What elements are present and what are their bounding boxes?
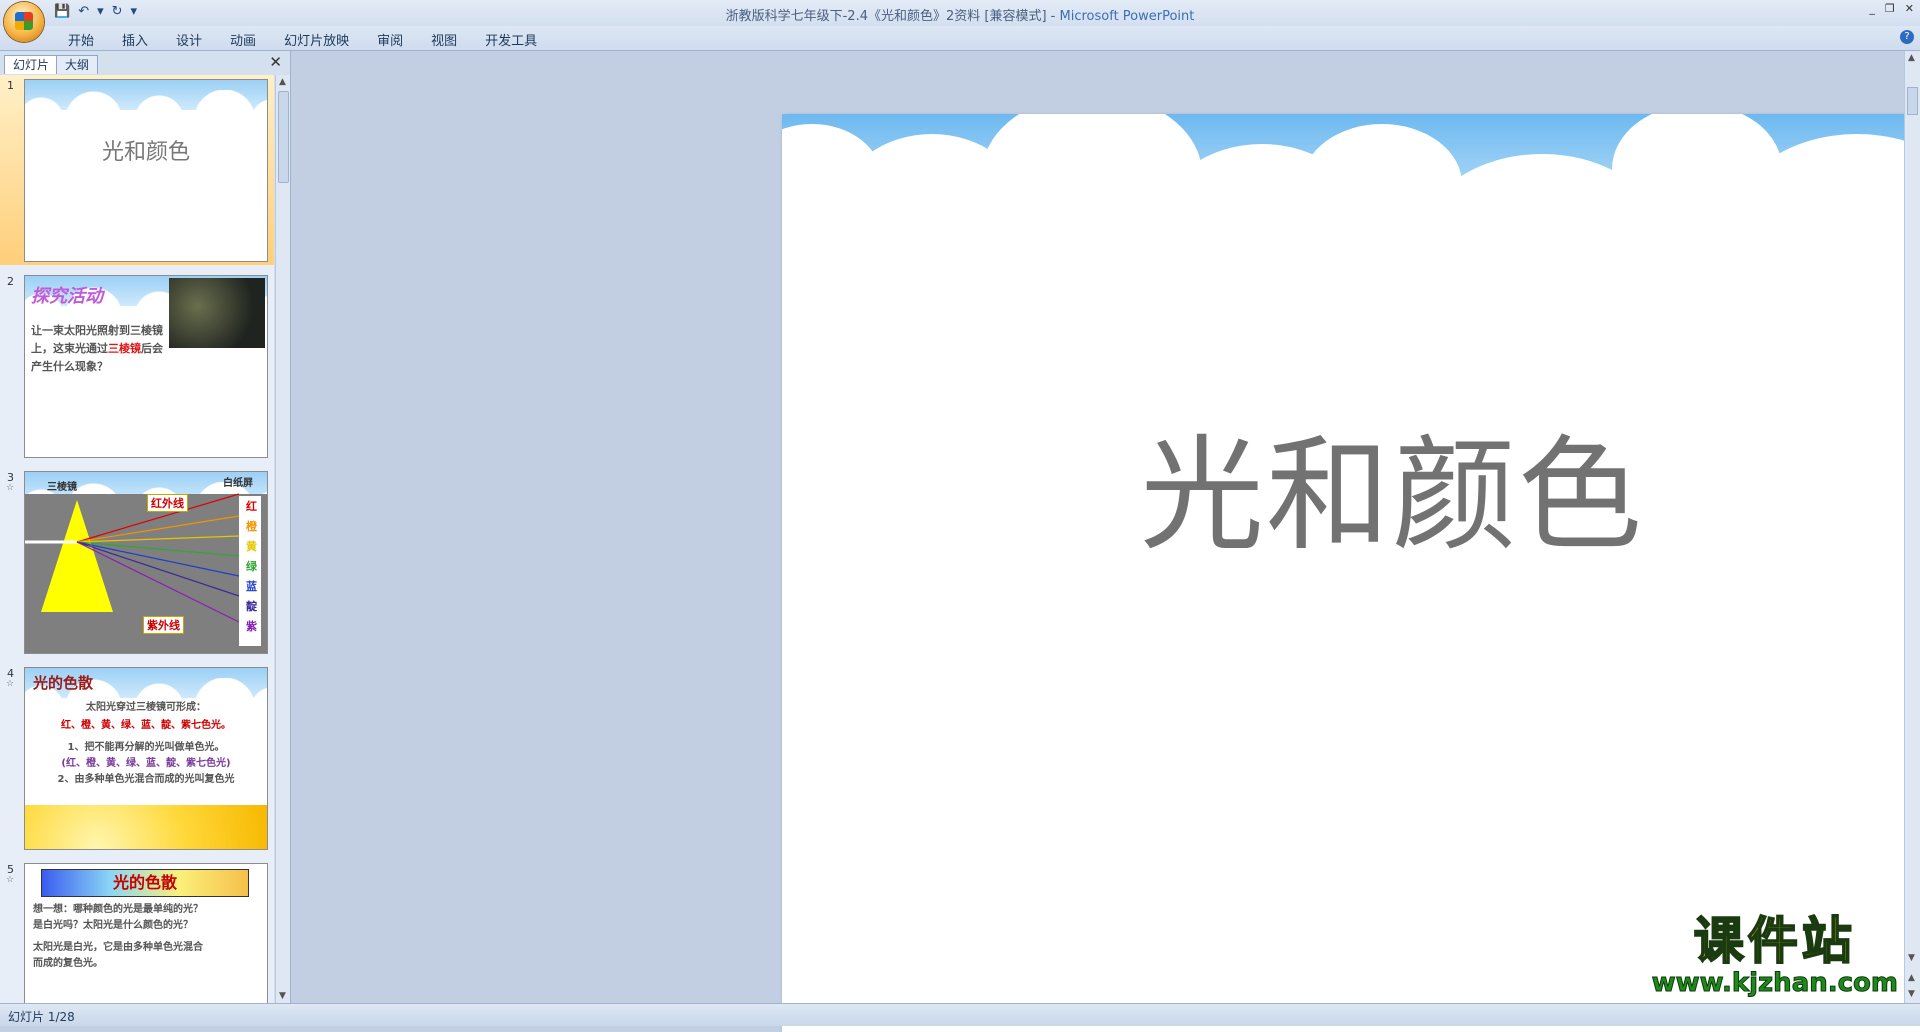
tab-slides[interactable]: 幻灯片 [4,55,59,74]
screen-label: 白纸屏 [223,478,253,489]
slide-preview: 光的色散 太阳光穿过三棱镜可形成： 红、橙、黄、绿、蓝、靛、紫七色光。 1、把不… [24,667,268,850]
next-slide-icon[interactable]: ▼ [1908,989,1915,999]
restore-button[interactable]: ❐ [1885,2,1895,15]
question-line-1: 想一想：哪种颜色的光是最单纯的光？ [33,904,203,915]
title-bar: 💾 ↶ ▾ ↻ ▾ 浙教版科学七年级下-2.4《光和颜色》2资料 [兼容模式] … [0,0,1920,26]
minimize-button[interactable]: _ [1869,2,1875,15]
color-yellow: 黄 [246,540,257,553]
close-pane-icon[interactable]: ✕ [269,53,282,71]
animation-star-icon: ☆ [6,875,15,885]
slide-body: 让一束太阳光照射到三棱镜上，这束光通过三棱镜后会产生什么现象？ [31,322,171,376]
slide-thumb-3[interactable]: 3 ☆ 三棱镜 白纸屏 红外线 紫外线 红 橙 黄 绿 蓝 靛 紫 [0,467,274,657]
body-line-2: 红、橙、黄、绿、蓝、靛、紫七色光。 [61,720,231,731]
prism-photo [169,278,265,348]
thumbnail-scrollbar[interactable]: ▲ ▼ [275,75,290,1003]
color-indigo: 靛 [246,600,257,613]
animation-star-icon: ☆ [6,679,15,689]
editor-scrollbar[interactable]: ▲ ▼ ▲ ▼ [1904,51,1920,1003]
slide-thumb-5[interactable]: 5 ☆ 光的色散 想一想：哪种颜色的光是最单纯的光？ 是白光吗？太阳光是什么颜色… [0,859,274,1003]
slide-preview: 探究活动 让一束太阳光照射到三棱镜上，这束光通过三棱镜后会产生什么现象？ [24,275,268,458]
scroll-up-icon[interactable]: ▲ [1908,53,1915,63]
cloud-banner [782,114,1920,324]
window-title: 浙教版科学七年级下-2.4《光和颜色》2资料 [兼容模式] - Microsof… [0,5,1920,24]
tab-insert[interactable]: 插入 [108,30,162,49]
help-icon[interactable]: ? [1900,30,1914,44]
slide-title: 光和颜色 [101,140,190,165]
office-logo-icon [15,12,33,30]
slide-heading: 探究活动 [31,286,103,307]
slide-number: 2 [7,275,14,288]
site-watermark: 课件站 www.kjzhan.com [1651,911,1898,998]
tab-design[interactable]: 设计 [162,30,216,49]
office-button[interactable] [4,2,44,42]
scroll-up-icon[interactable]: ▲ [279,77,286,87]
body-text-highlight: 三棱镜 [108,342,141,355]
slide-editor: 光和颜色 [291,51,1920,1032]
close-button[interactable]: ✕ [1905,2,1914,15]
watermark-text: 课件站 [1693,911,1856,970]
current-slide[interactable]: 光和颜色 [782,114,1920,1032]
cloud-decoration [25,80,267,120]
question-line-2: 是白光吗？太阳光是什么颜色的光？ [33,920,193,931]
color-red: 红 [246,500,257,513]
tab-outline[interactable]: 大纲 [56,55,99,74]
tab-slideshow[interactable]: 幻灯片放映 [270,30,363,49]
tab-view[interactable]: 视图 [417,30,471,49]
answer-line-1: 太阳光是白光，它是由多种单色光混合 [33,942,203,953]
body-line-4: (红、橙、黄、绿、蓝、靛、紫七色光) [61,758,231,769]
prism-label: 三棱镜 [47,482,77,493]
slide-preview: 三棱镜 白纸屏 红外线 紫外线 红 橙 黄 绿 蓝 靛 紫 [24,471,268,654]
slides-pane: 幻灯片 大纲 ✕ 1 光和颜色 2 探究活动 让一束太阳光照射到三棱镜上，这束光… [0,51,291,1003]
previous-slide-icon[interactable]: ▲ [1908,973,1915,983]
scrollbar-thumb[interactable] [1907,87,1918,115]
body-line-3: 1、把不能再分解的光叫做单色光。 [67,742,225,753]
body-line-5: 2、由多种单色光混合而成的光叫复色光 [57,774,235,785]
window-controls: _ ❐ ✕ [1869,2,1914,15]
slide-banner: 光的色散 [41,869,249,897]
sun-decoration [25,805,267,849]
tab-animation[interactable]: 动画 [216,30,270,49]
slide-preview: 光的色散 想一想：哪种颜色的光是最单纯的光？ 是白光吗？太阳光是什么颜色的光？ … [24,863,268,1003]
tab-developer[interactable]: 开发工具 [471,30,551,49]
watermark-url: www.kjzhan.com [1651,968,1898,998]
tab-review[interactable]: 审阅 [363,30,417,49]
slide-thumbnail-list: 1 光和颜色 2 探究活动 让一束太阳光照射到三棱镜上，这束光通过三棱镜后会产生… [0,75,274,1003]
status-bar: 幻灯片 1/28 [0,1003,1920,1026]
slide-title[interactable]: 光和颜色 [782,394,1920,574]
infrared-label: 红外线 [147,494,188,512]
pane-tabs: 幻灯片 大纲 ✕ [4,53,286,75]
document-title: 浙教版科学七年级下-2.4《光和颜色》2资料 [兼容模式] [725,9,1047,24]
slide-counter: 幻灯片 1/28 [8,1010,75,1024]
tab-home[interactable]: 开始 [54,30,108,49]
color-violet: 紫 [246,620,257,633]
slide-heading: 光的色散 [33,674,94,692]
slide-thumb-4[interactable]: 4 ☆ 光的色散 太阳光穿过三棱镜可形成： 红、橙、黄、绿、蓝、靛、紫七色光。 … [0,663,274,853]
slide-thumb-2[interactable]: 2 探究活动 让一束太阳光照射到三棱镜上，这束光通过三棱镜后会产生什么现象？ [0,271,274,461]
ribbon-tabs: 开始 插入 设计 动画 幻灯片放映 审阅 视图 开发工具 ? [0,26,1920,51]
slide-number: 1 [7,79,14,92]
animation-star-icon: ☆ [6,483,15,493]
ultraviolet-label: 紫外线 [143,616,184,634]
scroll-down-icon[interactable]: ▼ [1908,953,1915,963]
menu-tab-list: 开始 插入 设计 动画 幻灯片放映 审阅 视图 开发工具 [54,30,551,49]
scrollbar-thumb[interactable] [278,91,289,183]
slide-thumb-1[interactable]: 1 光和颜色 [0,75,274,265]
title-separator: - [1046,9,1060,24]
slide-preview: 光和颜色 [24,79,268,262]
color-green: 绿 [246,560,257,573]
color-blue: 蓝 [246,580,257,593]
body-line-1: 太阳光穿过三棱镜可形成： [86,702,206,713]
color-orange: 橙 [246,520,257,533]
scroll-down-icon[interactable]: ▼ [279,991,286,1001]
answer-line-2: 而成的复色光。 [33,958,103,969]
app-name: Microsoft PowerPoint [1059,9,1195,24]
